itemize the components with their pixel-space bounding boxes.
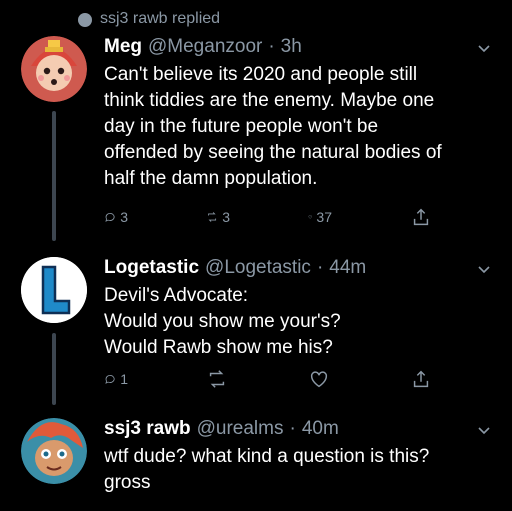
tweet-header: Logetastic @Logetastic · 44m (104, 257, 492, 279)
tweet-content: Meg @Meganzoor · 3h Can't believe its 20… (104, 36, 492, 192)
heart-icon (308, 215, 312, 219)
avatar[interactable] (21, 257, 87, 323)
chevron-down-icon[interactable] (476, 261, 492, 277)
timestamp[interactable]: 3h (281, 36, 302, 58)
tweet-content: ssj3 rawb @urealms · 40m wtf dude? what … (104, 418, 492, 496)
retweet-icon (209, 370, 225, 388)
reply-context: ssj3 rawb replied (78, 10, 220, 28)
separator: · (316, 257, 324, 278)
display-name[interactable]: Meg (104, 36, 142, 58)
reply-button[interactable]: 3 (104, 206, 128, 228)
user-handle[interactable]: @Meganzoor (148, 36, 262, 58)
thread-line (52, 333, 56, 405)
avatar[interactable] (21, 418, 87, 484)
heart-icon (310, 371, 328, 388)
share-button[interactable] (410, 368, 434, 390)
retweet-icon (208, 212, 217, 222)
tweet-header: ssj3 rawb @urealms · 40m (104, 418, 492, 440)
tweet-actions: 1 (104, 368, 434, 390)
separator: · (289, 418, 296, 439)
reply-icon (105, 213, 115, 222)
share-icon (413, 370, 429, 388)
timestamp[interactable]: 40m (302, 418, 339, 440)
tweet-content: Logetastic @Logetastic · 44m Devil's Adv… (104, 257, 492, 361)
tweet-logetastic[interactable]: Logetastic @Logetastic · 44m Devil's Adv… (0, 257, 512, 405)
avatar[interactable] (21, 36, 87, 102)
display-name[interactable]: ssj3 rawb (104, 418, 191, 440)
reply-button[interactable]: 1 (104, 368, 128, 390)
thread-line (52, 111, 56, 241)
retweet-count: 3 (222, 209, 230, 225)
reply-count: 1 (120, 371, 128, 387)
tweet-ssj3-rawb[interactable]: ssj3 rawb @urealms · 40m wtf dude? what … (0, 418, 512, 511)
display-name[interactable]: Logetastic (104, 257, 199, 279)
tweet-text: Can't believe its 2020 and people still … (104, 64, 442, 189)
tweet-actions: 3 3 37 (104, 206, 434, 228)
like-count: 37 (316, 209, 332, 225)
chevron-down-icon[interactable] (476, 422, 492, 438)
character-avatar-icon (21, 418, 87, 484)
like-button[interactable]: 37 (308, 206, 332, 228)
letter-l-logo-icon (21, 257, 87, 323)
reply-context-text: ssj3 rawb replied (100, 10, 221, 27)
user-handle[interactable]: @Logetastic (205, 257, 311, 279)
tweet-meg[interactable]: Meg @Meganzoor · 3h Can't believe its 20… (0, 36, 512, 241)
retweet-button[interactable] (206, 368, 230, 390)
share-icon (413, 208, 429, 226)
tweet-header: Meg @Meganzoor · 3h (104, 36, 492, 58)
timestamp[interactable]: 44m (329, 257, 366, 279)
tweet-text: wtf dude? what kind a question is this? … (104, 446, 430, 493)
reply-count: 3 (120, 209, 128, 225)
tweet-text: Devil's Advocate: Would you show me your… (104, 285, 341, 358)
speech-bubble-icon (78, 13, 92, 27)
reply-icon (105, 375, 115, 384)
retweet-button[interactable]: 3 (206, 206, 230, 228)
meg-avatar-icon (21, 36, 87, 102)
like-button[interactable] (308, 368, 332, 390)
user-handle[interactable]: @urealms (197, 418, 284, 440)
separator: · (268, 36, 275, 57)
share-button[interactable] (410, 206, 434, 228)
chevron-down-icon[interactable] (476, 40, 492, 56)
